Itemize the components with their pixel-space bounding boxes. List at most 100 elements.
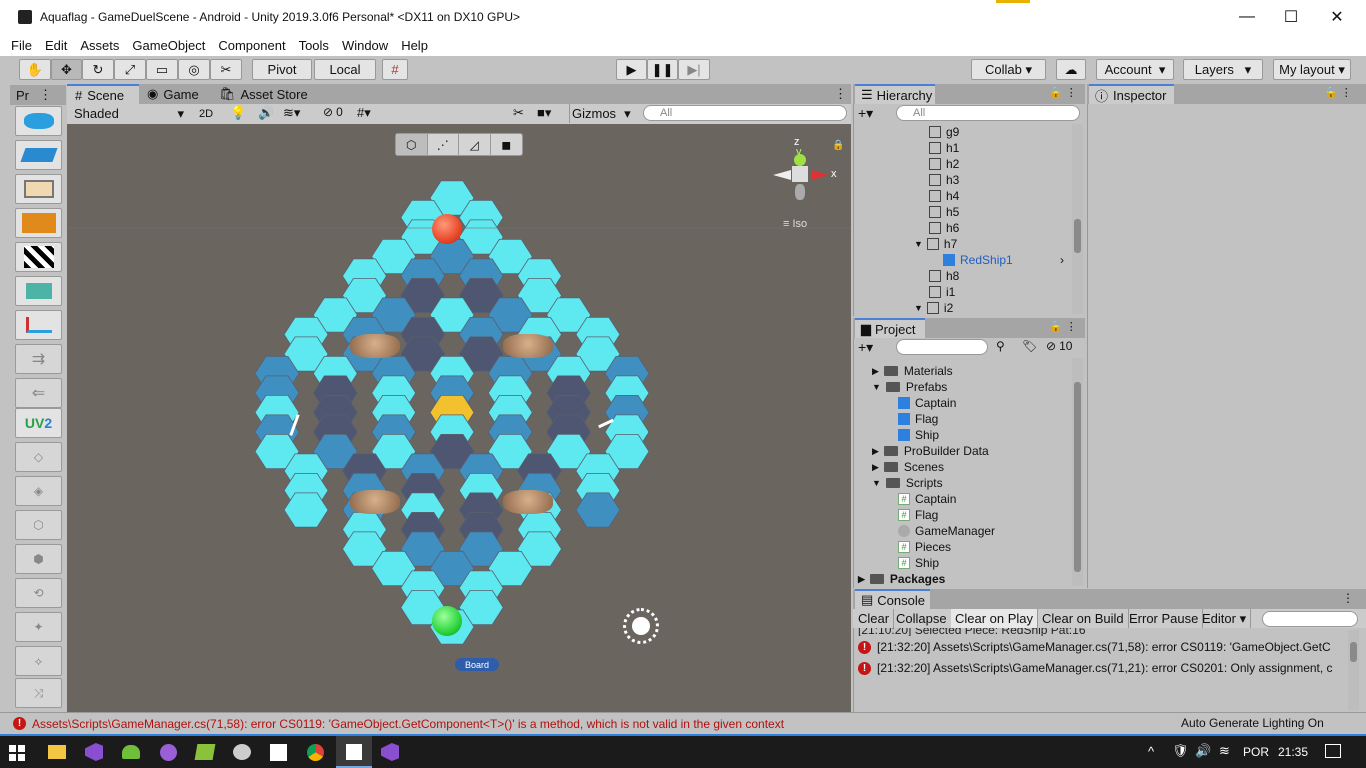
list-item[interactable]: RedShip1 (943, 252, 1013, 268)
chrome-icon[interactable] (307, 744, 324, 761)
weld-icon[interactable]: ⤨ (15, 678, 62, 708)
audio-icon[interactable]: 🔊 (258, 105, 274, 121)
lighting-icon[interactable]: 💡 (230, 105, 246, 121)
material-editor-icon[interactable] (15, 174, 62, 204)
scene-view[interactable]: Board ⬡ ⋰ ◿ ◼ z y x 🔒 ≡ Iso (67, 124, 851, 712)
list-item[interactable]: ▶ Materials (872, 363, 953, 379)
shading-dropdown[interactable]: Shaded ▾ (70, 104, 188, 123)
list-item[interactable]: g9 (929, 124, 959, 140)
list-item[interactable]: h3 (929, 172, 959, 188)
list-item[interactable]: ▼ i2 (914, 300, 953, 316)
console-entry[interactable]: ! [21:32:20] Assets\Scripts\GameManager.c… (858, 638, 1346, 656)
tab-hierarchy[interactable]: ☰ Hierarchy (855, 84, 935, 104)
uv-editor-icon[interactable] (15, 208, 62, 238)
list-item[interactable]: Ship (898, 427, 939, 443)
green-piece[interactable] (432, 606, 462, 636)
list-item[interactable]: # Flag (898, 507, 938, 523)
list-item[interactable]: h4 (929, 188, 959, 204)
hierarchy-scrollbar[interactable] (1072, 124, 1083, 314)
menu-component[interactable]: Component (218, 38, 285, 53)
list-item[interactable]: ▶ ProBuilder Data (872, 443, 989, 459)
filter-label-icon[interactable]: 🏷 (1022, 339, 1037, 353)
list-item[interactable]: i1 (929, 284, 955, 300)
project-search-input[interactable] (896, 339, 988, 355)
app-icon[interactable] (194, 744, 216, 760)
step-button[interactable]: ▶| (678, 59, 710, 80)
console-scrollbar[interactable] (1348, 630, 1359, 710)
edge-mode-icon[interactable]: ◿ (459, 134, 491, 155)
list-item[interactable]: Flag (898, 411, 938, 427)
play-button[interactable]: ▶ (616, 59, 647, 80)
layers-dropdown[interactable]: Layers ▾ (1183, 59, 1263, 80)
hand-tool-button[interactable]: ✋ (19, 59, 51, 80)
console-clear-on-play-button[interactable]: Clear on Play (951, 609, 1039, 628)
smoothing-icon[interactable] (15, 276, 62, 306)
list-item[interactable]: h1 (929, 140, 959, 156)
tab-asset-store[interactable]: 🛍 Asset Store (219, 84, 309, 104)
grid-icon[interactable]: #▾ (357, 105, 371, 121)
console-menu-icon[interactable]: ⋮ (1342, 591, 1354, 605)
uv2-icon[interactable]: UV2 (15, 408, 62, 438)
expand-arrow-icon[interactable]: ▶ (872, 366, 879, 377)
gizmos-dropdown[interactable]: Gizmos ▾ (569, 104, 635, 123)
list-item[interactable]: h6 (929, 220, 959, 236)
list-item[interactable]: h8 (929, 268, 959, 284)
android-studio-icon[interactable] (122, 745, 140, 759)
rect-tool-button[interactable]: ▭ (146, 59, 178, 80)
project-scrollbar[interactable] (1072, 358, 1083, 586)
hierarchy-lock-icon[interactable]: 🔒 ⋮ (1049, 86, 1077, 99)
scene-search-input[interactable]: All (643, 105, 847, 121)
new-shape-icon[interactable] (15, 106, 62, 136)
menu-tools[interactable]: Tools (299, 38, 329, 53)
expand-arrow-icon[interactable]: ▶ (858, 574, 865, 585)
menu-file[interactable]: File (11, 38, 32, 53)
filter-type-icon[interactable]: ⚲ (996, 339, 1005, 353)
ship-piece[interactable] (503, 490, 553, 514)
visual-studio-2-icon[interactable] (381, 743, 399, 761)
list-item[interactable]: ▼ Scripts (872, 475, 943, 491)
pivot-toggle[interactable]: Pivot (252, 59, 312, 80)
projection-label[interactable]: ≡ Iso (783, 218, 807, 230)
camera-icon[interactable]: ■▾ (537, 105, 551, 121)
merge-icon[interactable]: ⇉ (15, 344, 62, 374)
hierarchy-search-input[interactable]: All (896, 105, 1080, 121)
export-icon[interactable]: ⬢ (15, 544, 62, 574)
new-poly-shape-icon[interactable] (15, 140, 62, 170)
fill-hole-icon[interactable]: ⟡ (15, 646, 62, 676)
scene-gizmo[interactable]: z y x 🔒 (769, 136, 844, 216)
ship-piece[interactable] (503, 334, 553, 358)
list-item[interactable]: ▼ Prefabs (872, 379, 947, 395)
face-mode-icon[interactable]: ◼ (491, 134, 522, 155)
network-icon[interactable]: 🛡 (1172, 743, 1189, 759)
center-pivot-icon[interactable]: ◈ (15, 476, 62, 506)
language-indicator[interactable]: POR (1243, 745, 1269, 759)
move-tool-button[interactable]: ✥ (51, 59, 82, 80)
twitch-icon[interactable] (160, 744, 177, 761)
project-lock-icon[interactable]: 🔒 ⋮ (1049, 320, 1077, 333)
project-hidden-toggle[interactable]: ⊘ 10 (1046, 339, 1072, 353)
2d-toggle[interactable]: 2D (194, 105, 218, 123)
gizmo-lock-icon[interactable]: 🔒 (832, 140, 844, 151)
expand-arrow-icon[interactable]: ▶ (872, 446, 879, 457)
menu-gameobject[interactable]: GameObject (132, 38, 205, 53)
menu-assets[interactable]: Assets (80, 38, 119, 53)
lightmap-uv-icon[interactable] (15, 310, 62, 340)
console-clear-button[interactable]: Clear (854, 609, 895, 628)
expand-arrow-icon[interactable]: ▼ (914, 303, 923, 313)
wifi-icon[interactable]: ≋ (1219, 743, 1230, 759)
axis-neg-y-handle[interactable] (795, 184, 805, 200)
transform-tool-button[interactable]: ◎ (178, 59, 210, 80)
list-item[interactable]: # Ship (898, 555, 939, 571)
expand-arrow-icon[interactable]: ▼ (914, 239, 923, 249)
file-explorer-icon[interactable] (48, 745, 66, 759)
list-item[interactable]: # Pieces (898, 539, 951, 555)
status-message[interactable]: Assets\Scripts\GameManager.cs(71,58): er… (32, 717, 784, 731)
expand-arrow-icon[interactable]: ▼ (872, 382, 881, 392)
hierarchy-add-button[interactable]: +▾ (858, 105, 873, 122)
expand-arrow-icon[interactable]: ▶ (872, 462, 879, 473)
axis-y-handle[interactable] (794, 154, 806, 166)
inspector-lock-icon[interactable]: 🔒 ⋮ (1324, 86, 1352, 99)
cloud-icon[interactable]: ☁ (1056, 59, 1086, 80)
layout-dropdown[interactable]: My layout ▾ (1273, 59, 1351, 80)
conform-normals-icon[interactable]: ⬡ (15, 510, 62, 540)
